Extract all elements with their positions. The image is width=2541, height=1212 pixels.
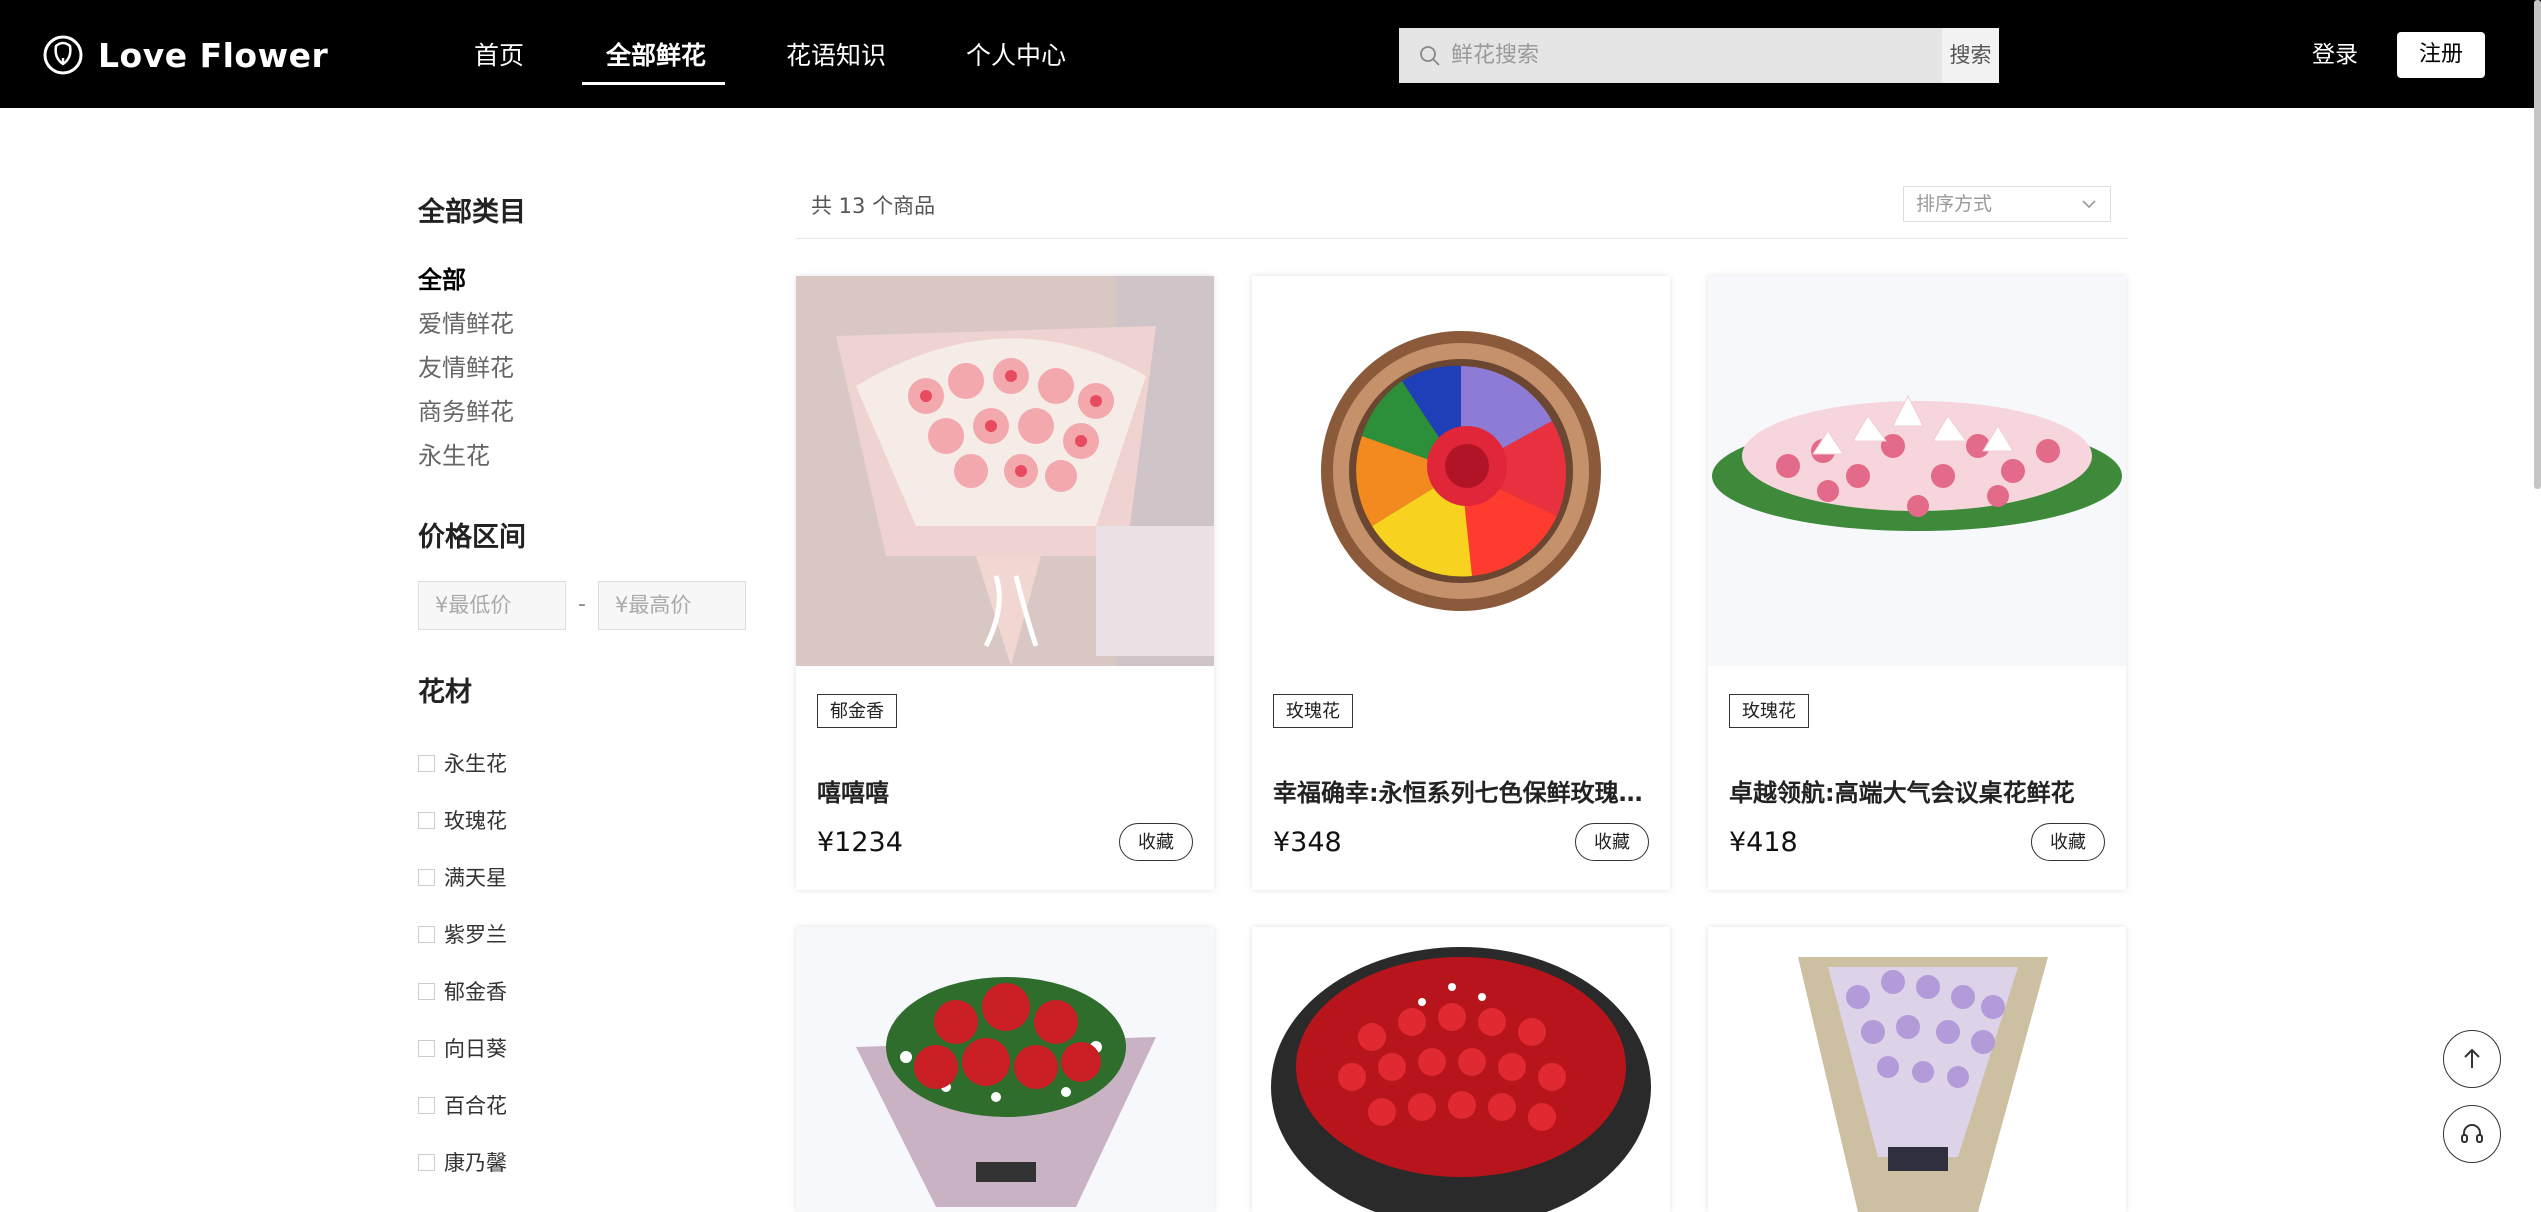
material-label: 郁金香	[444, 980, 507, 1004]
checkbox[interactable]	[418, 754, 435, 772]
checkbox[interactable]	[418, 811, 435, 829]
category-love[interactable]: 爱情鲜花	[418, 304, 514, 339]
material-label: 百合花	[444, 1094, 507, 1118]
product-image-rainbow-rose-box[interactable]	[1252, 276, 1670, 666]
checkbox[interactable]	[418, 1096, 435, 1114]
material-label: 紫罗兰	[444, 923, 507, 947]
material-option[interactable]: 满天星	[418, 862, 507, 892]
product-card[interactable]	[1252, 927, 1670, 1212]
product-price: ¥418	[1729, 827, 1798, 858]
product-image-pink-rose-bouquet[interactable]	[796, 276, 1214, 666]
material-label: 永生花	[444, 752, 507, 776]
category-title: 全部类目	[418, 197, 526, 228]
material-option[interactable]: 康乃馨	[418, 1147, 507, 1177]
nav-all-flowers[interactable]: 全部鲜花	[606, 0, 706, 108]
product-price: ¥1234	[817, 827, 903, 858]
search-input[interactable]	[1451, 28, 1931, 83]
top-nav-bar: Love Flower 首页 全部鲜花 花语知识 个人中心 搜索 登录 注册	[0, 0, 2541, 108]
nav-active-underline	[582, 82, 725, 85]
nav-flower-language[interactable]: 花语知识	[786, 0, 886, 108]
register-button[interactable]: 注册	[2397, 32, 2485, 78]
back-to-top-button[interactable]	[2443, 1030, 2501, 1088]
product-tag: 玫瑰花	[1273, 694, 1353, 728]
product-tag: 玫瑰花	[1729, 694, 1809, 728]
max-price-input[interactable]: ¥最高价	[598, 581, 746, 630]
material-option[interactable]: 紫罗兰	[418, 919, 507, 949]
checkbox[interactable]	[418, 868, 435, 886]
product-name[interactable]: 幸福确幸:永恒系列七色保鲜玫瑰…	[1273, 773, 1649, 808]
material-option[interactable]: 玫瑰花	[418, 805, 507, 835]
category-friendship[interactable]: 友情鲜花	[418, 348, 514, 383]
product-count: 共 13 个商品	[811, 194, 936, 218]
product-image-table-flower-arrangement[interactable]	[1708, 276, 2126, 666]
material-option[interactable]: 郁金香	[418, 976, 507, 1006]
product-card[interactable]	[1708, 927, 2126, 1212]
product-image-purple-stock-bouquet[interactable]	[1708, 927, 2126, 1212]
page-scrollbar[interactable]	[2534, 0, 2541, 489]
price-separator: -	[578, 592, 586, 617]
login-link[interactable]: 登录	[2312, 0, 2358, 110]
category-all[interactable]: 全部	[418, 260, 466, 295]
material-title: 花材	[418, 677, 472, 708]
checkbox[interactable]	[418, 1039, 435, 1057]
product-card[interactable]: 郁金香 嘻嘻嘻 ¥1234 收藏	[796, 276, 1214, 890]
category-business[interactable]: 商务鲜花	[418, 392, 514, 427]
product-name[interactable]: 卓越领航:高端大气会议桌花鲜花	[1729, 773, 2105, 808]
product-card[interactable]: 玫瑰花 卓越领航:高端大气会议桌花鲜花 ¥418 收藏	[1708, 276, 2126, 890]
product-price: ¥348	[1273, 827, 1342, 858]
material-label: 满天星	[444, 866, 507, 890]
search-box	[1399, 28, 1942, 83]
checkbox[interactable]	[418, 1153, 435, 1171]
min-price-input[interactable]: ¥最低价	[418, 581, 566, 630]
material-option[interactable]: 向日葵	[418, 1033, 507, 1063]
material-label: 玫瑰花	[444, 809, 507, 833]
headset-icon	[2461, 1124, 2483, 1143]
checkbox[interactable]	[418, 982, 435, 1000]
flower-logo-icon	[43, 35, 83, 75]
list-divider	[796, 238, 2128, 239]
brand-logo[interactable]: Love Flower	[42, 34, 328, 76]
material-option[interactable]: 百合花	[418, 1090, 507, 1120]
material-label: 康乃馨	[444, 1151, 507, 1175]
brand-name: Love Flower	[98, 35, 329, 75]
search-icon	[1420, 46, 1440, 66]
price-range-title: 价格区间	[418, 522, 526, 553]
nav-home[interactable]: 首页	[474, 0, 524, 108]
favorite-button[interactable]: 收藏	[2031, 823, 2105, 861]
product-tag: 郁金香	[817, 694, 897, 728]
arrow-up-icon	[2464, 1048, 2480, 1068]
sort-placeholder: 排序方式	[1916, 193, 1993, 215]
favorite-button[interactable]: 收藏	[1119, 823, 1193, 861]
product-image-red-rose-large-bouquet[interactable]	[1252, 927, 1670, 1212]
product-name[interactable]: 嘻嘻嘻	[817, 773, 1193, 808]
category-preserved[interactable]: 永生花	[418, 436, 490, 471]
customer-service-button[interactable]	[2443, 1105, 2501, 1163]
search-button[interactable]: 搜索	[1942, 28, 1999, 83]
nav-personal-center[interactable]: 个人中心	[966, 0, 1066, 108]
sort-select[interactable]: 排序方式	[1903, 186, 2111, 222]
material-label: 向日葵	[444, 1037, 507, 1061]
product-image-red-rose-bouquet[interactable]	[796, 927, 1214, 1212]
product-card[interactable]: 玫瑰花 幸福确幸:永恒系列七色保鲜玫瑰… ¥348 收藏	[1252, 276, 1670, 890]
product-card[interactable]	[796, 927, 1214, 1212]
material-option[interactable]: 永生花	[418, 748, 507, 778]
favorite-button[interactable]: 收藏	[1575, 823, 1649, 861]
checkbox[interactable]	[418, 925, 435, 943]
chevron-down-icon	[2082, 200, 2096, 209]
